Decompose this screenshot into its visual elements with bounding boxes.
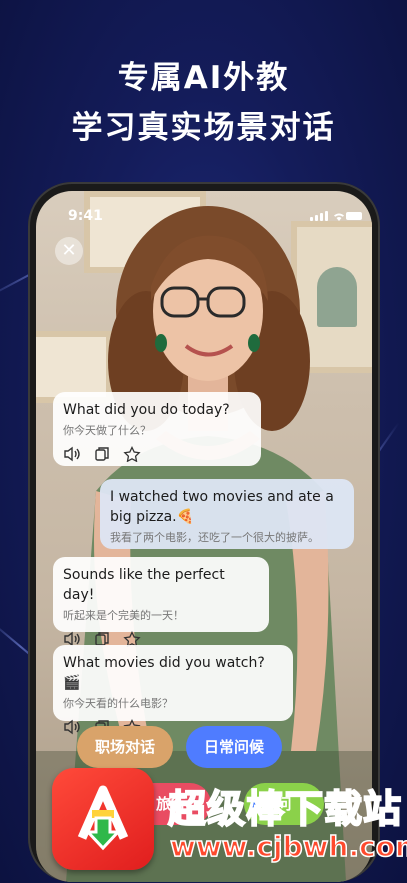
wifi-icon [334, 213, 344, 221]
headline-line1: 专属AI外教 [117, 60, 290, 96]
watermark-url: www.cjbwh.com [169, 829, 407, 864]
signal-icon [310, 211, 328, 221]
message-english: What did you do today? [63, 402, 230, 418]
download-logo-icon [77, 785, 129, 851]
chat-bubble-ai: Sounds like the perfect day! 听起来是个完美的一天！ [53, 557, 269, 647]
status-bar: 9:41 [36, 208, 372, 228]
message-translation: 你今天看的什么电影？ [63, 697, 173, 710]
message-translation: 我看了两个电影，还吃了一个很大的披萨。 [110, 531, 319, 544]
speaker-icon[interactable] [63, 719, 81, 735]
message-english: I watched two movies and ate a big pizza… [110, 489, 334, 525]
watermark-name: 超级棒下载站 [167, 786, 403, 832]
close-icon: ✕ [61, 240, 77, 261]
chat-bubble-ai: What did you do today? 你今天做了什么？ [53, 392, 261, 466]
copy-icon[interactable] [93, 446, 111, 462]
status-time: 9:41 [68, 208, 103, 224]
watermark-logo [52, 768, 154, 870]
message-actions [63, 446, 251, 462]
headline-line2: 学习真实场景对话 [71, 110, 336, 146]
chat-bubble-ai: What movies did you watch? 🎬 你今天看的什么电影？ [53, 645, 293, 735]
message-translation: 听起来是个完美的一天！ [63, 609, 184, 622]
star-icon[interactable] [123, 446, 141, 462]
chat-bubble-user: I watched two movies and ate a big pizza… [100, 479, 354, 549]
message-translation: 你今天做了什么？ [63, 424, 151, 437]
close-button[interactable]: ✕ [55, 237, 83, 265]
topic-pill-workplace[interactable]: 职场对话 [77, 726, 173, 768]
message-english: Sounds like the perfect day! [63, 567, 225, 603]
battery-icon [346, 212, 362, 220]
topic-pill-greeting[interactable]: 日常问候 [186, 726, 282, 768]
message-english: What movies did you watch? 🎬 [63, 655, 265, 691]
speaker-icon[interactable] [63, 446, 81, 462]
